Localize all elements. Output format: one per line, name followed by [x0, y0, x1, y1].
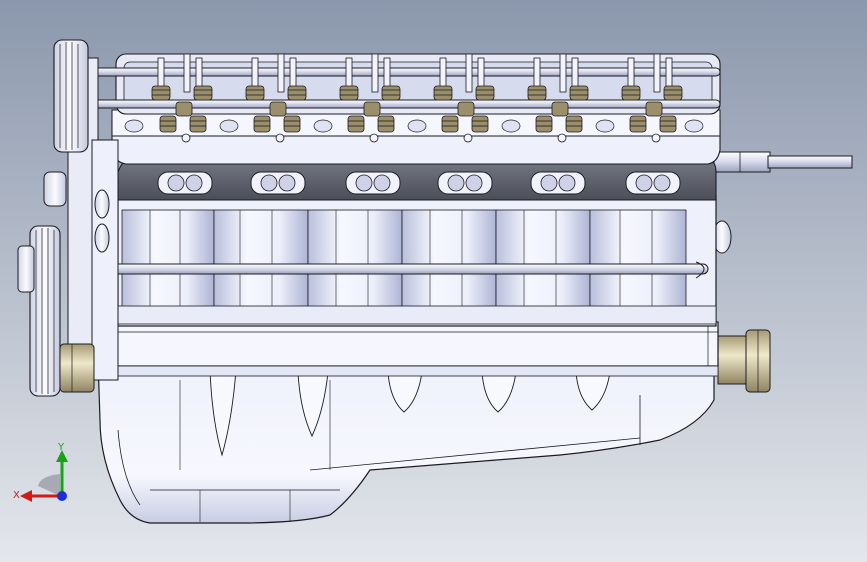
z-axis-marker [57, 491, 67, 501]
graphics-viewport[interactable]: Y X [0, 0, 867, 562]
coordinate-triad: Y X [13, 442, 68, 502]
side-rail [95, 263, 709, 275]
triad-plane [38, 474, 60, 496]
y-axis-label: Y [57, 442, 65, 453]
cylinder-block [95, 195, 717, 327]
x-axis-arrow [20, 490, 32, 502]
x-axis-label: X [13, 490, 20, 501]
crankcase-band [95, 321, 719, 377]
rear-coupling [717, 329, 771, 393]
engine-model-view[interactable] [0, 0, 867, 562]
